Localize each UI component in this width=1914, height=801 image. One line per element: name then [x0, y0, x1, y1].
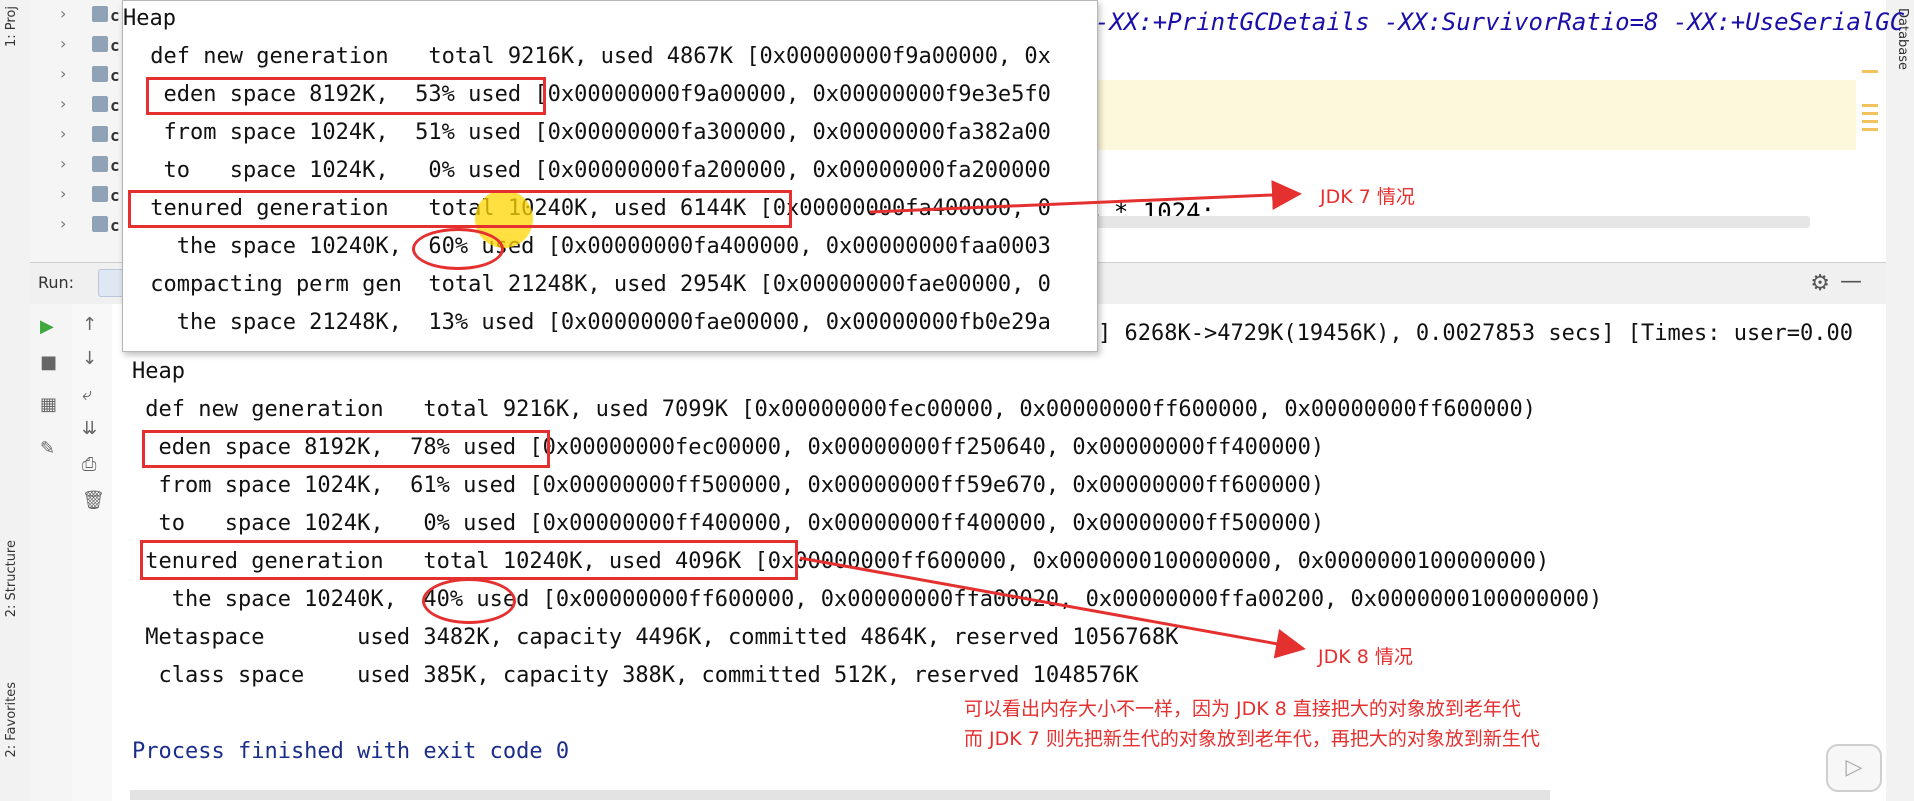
- annotation-note-line2: 而 JDK 7 则先把新生代的对象放到老年代，再把大的对象放到新生代: [964, 728, 1540, 750]
- annotation-note-line1: 可以看出内存大小不一样，因为 JDK 8 直接把大的对象放到老年代: [964, 698, 1521, 720]
- video-play-icon[interactable]: ▷: [1826, 744, 1882, 792]
- annotation-arrows: [799, 180, 1306, 659]
- jdk7-label: JDK 7 情况: [1320, 186, 1415, 208]
- jdk8-label: JDK 8 情况: [1318, 646, 1413, 668]
